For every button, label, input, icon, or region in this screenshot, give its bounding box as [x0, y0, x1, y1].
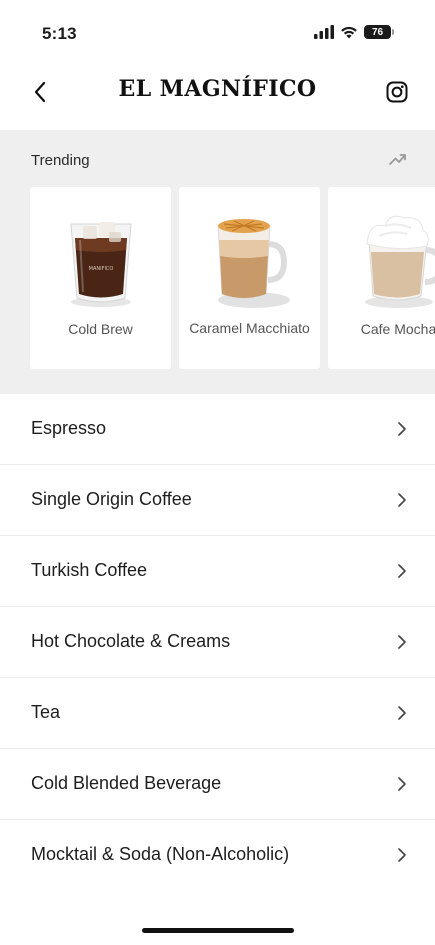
- trending-label: Trending: [31, 152, 90, 169]
- category-row-tea[interactable]: Tea: [0, 678, 435, 749]
- category-label: Single Origin Coffee: [31, 489, 192, 509]
- chevron-right-icon: [398, 564, 406, 578]
- chevron-right-icon: [398, 635, 406, 649]
- category-row-mocktail-soda[interactable]: Mocktail & Soda (Non-Alcoholic): [0, 820, 435, 891]
- category-label: Hot Chocolate & Creams: [31, 631, 231, 651]
- status-icons: 76: [314, 25, 394, 39]
- chevron-right-icon: [398, 422, 406, 436]
- status-time: 5:13: [42, 24, 77, 43]
- trending-card-cold-brew[interactable]: MANIFICO Cold Brew: [30, 187, 171, 369]
- chevron-right-icon: [398, 848, 406, 862]
- category-list: Espresso Single Origin Coffee Turkish Co…: [0, 394, 435, 891]
- trending-section: Trending MANIFICO Cold Brew Caramel Macc…: [0, 130, 435, 394]
- battery-level: 76: [371, 26, 384, 38]
- category-label: Mocktail & Soda (Non-Alcoholic): [31, 844, 290, 864]
- instagram-button[interactable]: [379, 74, 415, 110]
- instagram-icon: [386, 81, 408, 103]
- trending-up-icon: [389, 154, 406, 165]
- status-bar: 5:13 76: [0, 0, 435, 62]
- trending-card-name: Cold Brew: [68, 321, 133, 337]
- chevron-right-icon: [398, 493, 406, 507]
- category-row-espresso[interactable]: Espresso: [0, 394, 435, 465]
- trending-card-cafe-mocha[interactable]: Cafe Mocha: [328, 187, 435, 369]
- category-label: Cold Blended Beverage: [31, 773, 222, 793]
- chevron-right-icon: [398, 777, 406, 791]
- svg-text:MANIFICO: MANIFICO: [88, 266, 113, 272]
- category-row-single-origin-coffee[interactable]: Single Origin Coffee: [0, 465, 435, 536]
- battery-icon: 76: [364, 25, 394, 39]
- category-row-cold-blended-beverage[interactable]: Cold Blended Beverage: [0, 749, 435, 820]
- category-label: Espresso: [31, 418, 107, 438]
- home-indicator: [142, 928, 294, 933]
- cafe-mocha-image: [328, 205, 435, 315]
- trending-card-caramel-macchiato[interactable]: Caramel Macchiato: [179, 187, 320, 369]
- trending-card-name: Cafe Mocha: [360, 321, 435, 337]
- category-row-turkish-coffee[interactable]: Turkish Coffee: [0, 536, 435, 607]
- category-row-hot-chocolate-creams[interactable]: Hot Chocolate & Creams: [0, 607, 435, 678]
- wifi-icon: [341, 26, 357, 39]
- caramel-macchiato-image: [179, 205, 320, 315]
- chevron-right-icon: [398, 706, 406, 720]
- category-label: Turkish Coffee: [31, 560, 148, 580]
- trending-card-name: Caramel Macchiato: [189, 320, 310, 336]
- trending-cards: MANIFICO Cold Brew Caramel Macchiato Caf…: [30, 187, 435, 369]
- header: EL MAGNÍFICO: [0, 62, 435, 130]
- signal-icon: [314, 25, 334, 39]
- page-title: EL MAGNÍFICO: [118, 76, 317, 102]
- cold-brew-image: MANIFICO: [30, 205, 171, 315]
- category-label: Tea: [31, 702, 61, 722]
